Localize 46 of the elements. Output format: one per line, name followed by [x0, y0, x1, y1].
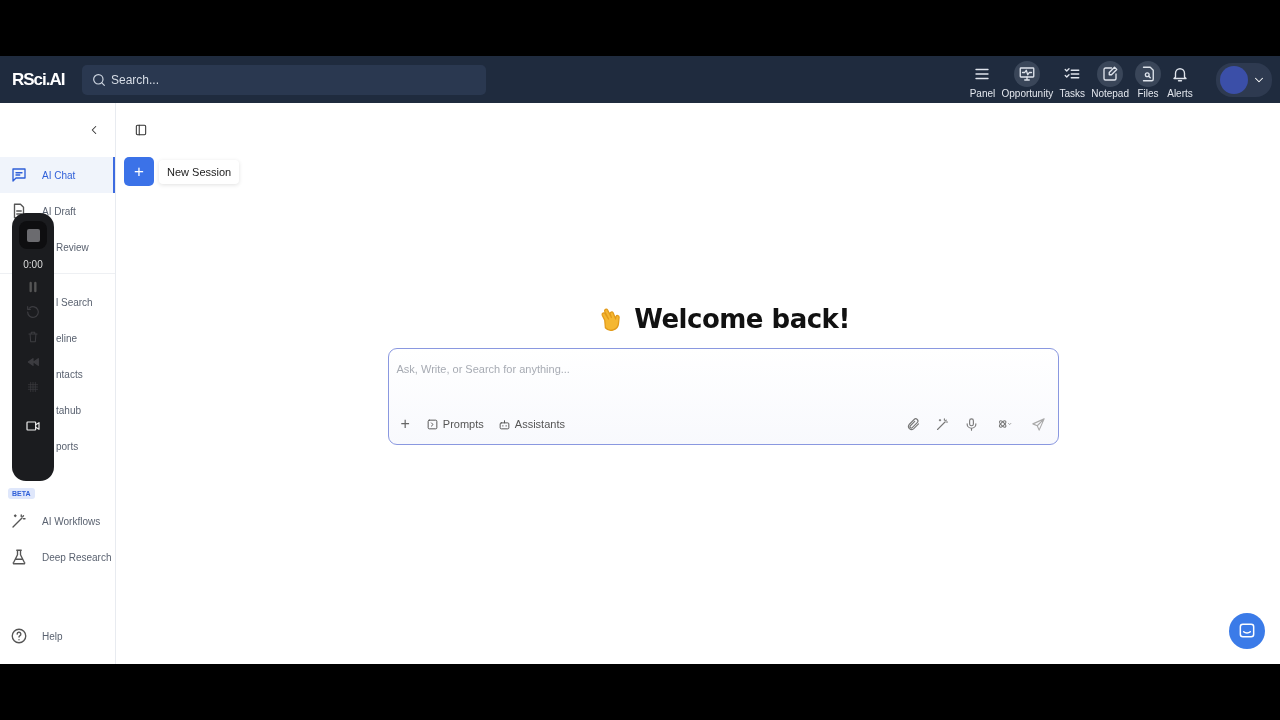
header-button[interactable]: Panel — [966, 60, 999, 99]
sidebar-item[interactable]: ports — [56, 440, 79, 452]
chat-icon — [10, 166, 28, 184]
paperclip-icon[interactable] — [905, 416, 921, 432]
sidebar-item[interactable]: Review — [56, 241, 89, 253]
welcome-heading: Welcome back! — [634, 304, 850, 334]
help-link[interactable]: Help — [0, 618, 115, 654]
sidebar-item[interactable]: AI Workflows — [0, 503, 115, 539]
sidebar-item[interactable]: eline — [56, 332, 78, 344]
sidebar-item[interactable]: AI Chat — [0, 157, 115, 193]
magic-wand-icon[interactable] — [934, 416, 950, 432]
sidebar-item[interactable]: ntacts — [56, 368, 83, 380]
sidebar-item[interactable]: Deep Research — [0, 539, 115, 575]
chat-bubble-icon — [1237, 621, 1257, 641]
note-edit-icon — [1101, 64, 1120, 83]
wand-icon — [10, 512, 28, 530]
stop-button[interactable] — [19, 221, 47, 249]
sidebar-toggle-icon[interactable] — [134, 123, 148, 137]
robot-icon — [497, 417, 511, 431]
header-button[interactable]: Notepad — [1088, 60, 1132, 99]
prompt-icon — [425, 417, 439, 431]
toolbar-button[interactable]: Prompts — [425, 417, 484, 431]
video-icon[interactable] — [25, 418, 41, 434]
avatar — [1220, 65, 1248, 94]
header-button[interactable]: Opportunity — [998, 60, 1057, 99]
help-icon — [10, 627, 28, 645]
sidebar-item[interactable]: tahub — [56, 404, 82, 416]
header-button[interactable]: Alerts — [1164, 60, 1196, 99]
logo: RSci.AI — [12, 69, 66, 90]
toolbar-button[interactable]: Assistants — [497, 417, 565, 431]
chat-input-box[interactable]: Ask, Write, or Search for anything... + Prompts Assistants — [387, 348, 1059, 445]
new-session-button[interactable]: + — [124, 157, 154, 186]
tooltip: New Session — [159, 159, 240, 184]
monitor-icon — [1018, 64, 1037, 83]
send-icon[interactable] — [1030, 416, 1046, 432]
header-button[interactable]: Tasks — [1056, 60, 1089, 99]
sidebar-item[interactable]: AI Draft — [0, 193, 115, 229]
restart-icon[interactable] — [25, 304, 41, 320]
search-field[interactable]: Search... — [82, 64, 486, 95]
account-menu[interactable] — [1216, 62, 1272, 97]
add-button[interactable]: + — [398, 415, 412, 433]
search-icon — [91, 71, 107, 88]
chat-support-button[interactable] — [1229, 613, 1265, 649]
flask-icon — [10, 548, 28, 566]
timer: 0:00 — [23, 259, 43, 270]
sidebar-item[interactable]: l Search — [56, 296, 93, 308]
